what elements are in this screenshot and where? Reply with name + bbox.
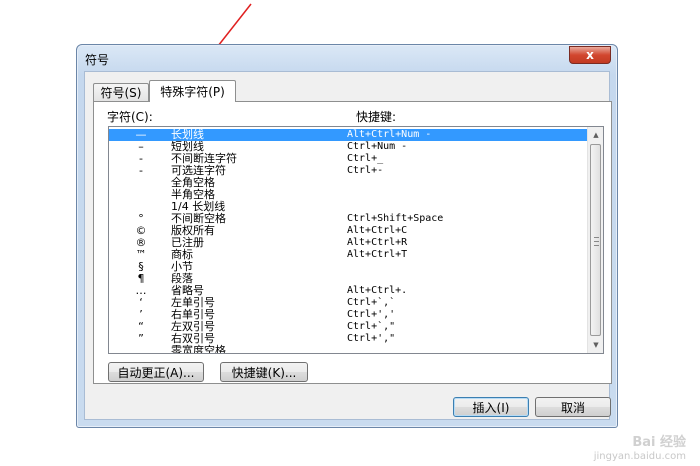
watermark-logo: Bai 经验: [632, 435, 686, 450]
list-scrollbar[interactable]: ▲ ▼: [587, 127, 603, 353]
character-name: 版权所有: [171, 224, 215, 237]
character-name: 左双引号: [171, 320, 215, 333]
symbol-dialog: 符号 x 符号(S) 特殊字符(P) 字符(C): 快捷键: 零宽度空格 ” 右双引…: [76, 44, 618, 428]
list-item[interactable]: 1/4 长划线: [109, 201, 587, 213]
watermark-url: jingyan.baidu.com: [593, 451, 686, 462]
character-name: 不间断连字符: [171, 152, 237, 165]
list-item[interactable]: 半角空格: [109, 189, 587, 201]
character-name: 短划线: [171, 140, 204, 153]
character-symbol: ‘: [139, 296, 143, 309]
cancel-button[interactable]: 取消: [535, 397, 611, 417]
insert-button[interactable]: 插入(I): [453, 397, 529, 417]
character-symbol: ’: [139, 308, 143, 321]
character-symbol: ©: [135, 224, 147, 237]
column-header-shortcut-keys: 快捷键:: [356, 110, 397, 124]
shortcut-key: Ctrl+',": [347, 333, 396, 344]
list-item[interactable]: ” 右双引号 Ctrl+',": [109, 333, 587, 345]
character-name: 已注册: [171, 236, 204, 249]
list-item[interactable]: ¶ 段落: [109, 273, 587, 285]
special-characters-panel: 字符(C): 快捷键: 零宽度空格 ” 右双引号 Ctrl+'," “ 左双引号 Ctrl+…: [93, 101, 612, 384]
list-item[interactable]: - 可选连字符 Ctrl+-: [109, 165, 587, 177]
character-symbol: ®: [135, 236, 147, 249]
shortcut-key: Ctrl+Num -: [347, 141, 408, 152]
shortcut-key: Ctrl+Shift+Space: [347, 213, 444, 224]
dialog-title: 符号: [85, 53, 110, 67]
scroll-up-icon[interactable]: ▲: [588, 127, 603, 143]
shortcut-key: Ctrl+`,`: [347, 297, 396, 308]
shortcut-key: Alt+Ctrl+R: [347, 237, 408, 248]
character-symbol: °: [138, 212, 144, 225]
character-name: 零宽度空格: [171, 344, 226, 354]
scroll-down-icon[interactable]: ▼: [588, 337, 603, 353]
character-name: 省略号: [171, 284, 204, 297]
list-item[interactable]: — 长划线 Alt+Ctrl+Num -: [109, 129, 587, 141]
character-name: 右单引号: [171, 308, 215, 321]
character-symbol: ¶: [137, 272, 145, 285]
thumb-grip-icon: [594, 237, 599, 246]
shortcut-key: Alt+Ctrl+T: [347, 249, 408, 260]
list-item[interactable]: ’ 右单引号 Ctrl+',': [109, 309, 587, 321]
character-name: 全角空格: [171, 176, 215, 189]
list-item[interactable]: ™ 商标 Alt+Ctrl+T: [109, 249, 587, 261]
character-name: 右双引号: [171, 332, 215, 345]
shortcut-key: Ctrl+_: [347, 153, 384, 164]
character-name: 小节: [171, 260, 193, 273]
list-item[interactable]: - 不间断连字符 Ctrl+_: [109, 153, 587, 165]
character-symbol: …: [135, 284, 147, 297]
dialog-client-area: 符号(S) 特殊字符(P) 字符(C): 快捷键: 零宽度空格 ” 右双引号 Ctrl…: [84, 71, 612, 420]
character-symbol: –: [138, 140, 144, 153]
shortcut-key: Ctrl+-: [347, 165, 384, 176]
list-item[interactable]: 全角空格: [109, 177, 587, 189]
character-symbol: ”: [138, 332, 144, 345]
shortcut-key-button[interactable]: 快捷键(K)...: [220, 362, 308, 382]
character-symbol: “: [138, 320, 144, 333]
shortcut-key: Alt+Ctrl+.: [347, 285, 408, 296]
column-header-characters: 字符(C):: [107, 110, 153, 124]
list-item[interactable]: ® 已注册 Alt+Ctrl+R: [109, 237, 587, 249]
list-item[interactable]: 零宽度空格: [109, 345, 587, 354]
list-item[interactable]: § 小节: [109, 261, 587, 273]
tab-special-characters[interactable]: 特殊字符(P): [149, 80, 236, 102]
character-name: 左单引号: [171, 296, 215, 309]
character-symbol: ™: [135, 248, 147, 261]
character-symbol: §: [138, 260, 144, 273]
character-symbol: -: [139, 152, 143, 165]
scroll-thumb[interactable]: [590, 144, 601, 336]
character-name: 不间断空格: [171, 212, 226, 225]
shortcut-key: Alt+Ctrl+Num -: [347, 129, 432, 140]
list-item[interactable]: “ 左双引号 Ctrl+`,": [109, 321, 587, 333]
special-characters-list[interactable]: 零宽度空格 ” 右双引号 Ctrl+'," “ 左双引号 Ctrl+`," ’ 右单引号 Ctrl…: [108, 126, 604, 354]
character-name: 半角空格: [171, 188, 215, 201]
character-symbol: —: [135, 128, 147, 141]
list-item[interactable]: © 版权所有 Alt+Ctrl+C: [109, 225, 587, 237]
character-name: 段落: [171, 272, 193, 285]
character-name: 可选连字符: [171, 164, 226, 177]
shortcut-key: Ctrl+',': [347, 309, 396, 320]
tab-symbols[interactable]: 符号(S): [93, 83, 149, 101]
character-name: 商标: [171, 248, 193, 261]
list-item[interactable]: ° 不间断空格 Ctrl+Shift+Space: [109, 213, 587, 225]
character-name: 1/4 长划线: [171, 200, 226, 213]
list-item[interactable]: … 省略号 Alt+Ctrl+.: [109, 285, 587, 297]
list-item[interactable]: ‘ 左单引号 Ctrl+`,`: [109, 297, 587, 309]
character-name: 长划线: [171, 128, 204, 141]
shortcut-key: Ctrl+`,": [347, 321, 396, 332]
shortcut-key: Alt+Ctrl+C: [347, 225, 408, 236]
character-symbol: -: [139, 164, 143, 177]
autocorrect-button[interactable]: 自动更正(A)...: [108, 362, 204, 382]
list-item[interactable]: – 短划线 Ctrl+Num -: [109, 141, 587, 153]
close-button[interactable]: x: [569, 46, 611, 64]
